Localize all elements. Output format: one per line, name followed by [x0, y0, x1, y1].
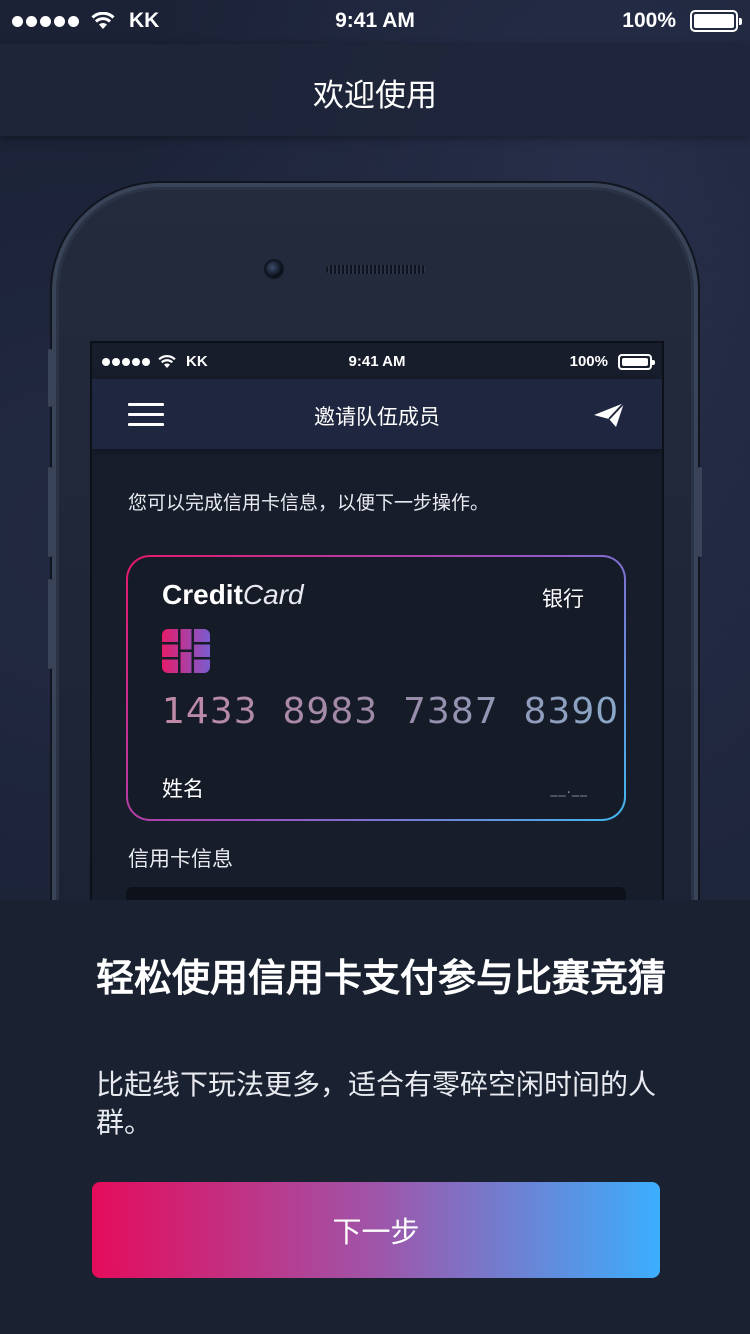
mockup-navigation-bar: 邀请队伍成员: [92, 379, 662, 449]
onboarding-panel: 轻松使用信用卡支付参与比赛竞猜 比起线下玩法更多，适合有零碎空闲时间的人群。 下…: [0, 900, 750, 1334]
mockup-nav-title: 邀请队伍成员: [314, 405, 440, 429]
send-icon[interactable]: [592, 401, 626, 429]
credit-card: CreditCard 银行 1433 8983 7387 8390 姓名 __.…: [126, 555, 626, 821]
card-brand: CreditCard: [162, 579, 304, 611]
status-bar: KK 9:41 AM 100%: [0, 0, 750, 44]
mockup-status-bar: KK 9:41 AM 100%: [92, 343, 662, 379]
card-expiry: __.__: [550, 781, 588, 797]
navigation-bar: 欢迎使用: [0, 44, 750, 136]
card-brand-light: Card: [242, 579, 304, 610]
card-number: 1433 8983 7387 8390: [162, 691, 620, 732]
phone-volume-up: [48, 467, 52, 557]
phone-volume-down: [48, 579, 52, 669]
page-title: 欢迎使用: [313, 78, 437, 114]
card-brand-bold: Credit: [162, 579, 243, 610]
battery-icon: [690, 10, 742, 32]
battery-percent: 100%: [622, 9, 676, 32]
phone-side-button: [48, 349, 52, 407]
card-bank-label: 银行: [542, 587, 584, 611]
onboarding-headline: 轻松使用信用卡支付参与比赛竞猜: [96, 956, 667, 1000]
phone-speaker: [326, 265, 426, 274]
phone-power-button: [698, 467, 702, 557]
mockup-section-label: 信用卡信息: [128, 847, 233, 871]
card-holder-label: 姓名: [162, 777, 204, 801]
mockup-intro-text: 您可以完成信用卡信息，以便下一步操作。: [128, 492, 490, 514]
next-step-button[interactable]: 下一步: [92, 1182, 660, 1278]
mockup-battery-percent: 100%: [569, 353, 608, 370]
mockup-battery-icon: [618, 353, 655, 370]
phone-camera: [264, 259, 284, 279]
card-chip-icon: [162, 629, 210, 673]
onboarding-description: 比起线下玩法更多，适合有零碎空闲时间的人群。: [96, 1068, 657, 1139]
